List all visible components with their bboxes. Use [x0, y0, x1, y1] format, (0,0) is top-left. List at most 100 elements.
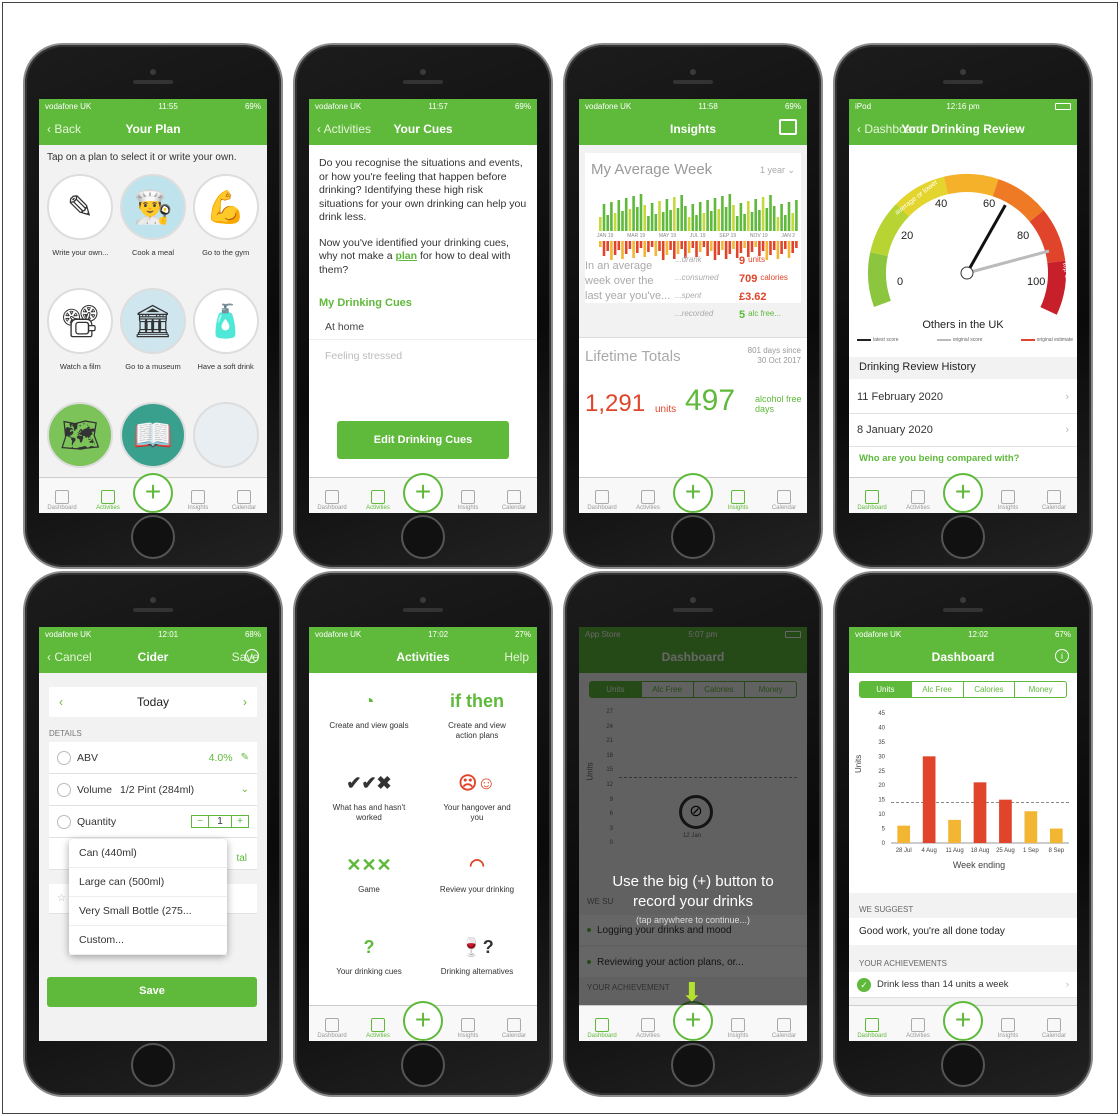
- plan-tile[interactable]: 💪 Go to the gym: [190, 170, 261, 282]
- tab-insights[interactable]: Insights: [447, 1018, 489, 1039]
- home-button[interactable]: [941, 1043, 985, 1087]
- dropdown-option[interactable]: Custom...: [69, 926, 227, 955]
- decrement-button[interactable]: −: [192, 816, 208, 827]
- home-button[interactable]: [131, 1043, 175, 1087]
- segment-tab[interactable]: Alc Free: [910, 682, 963, 697]
- activity-tile[interactable]: if then Create and view action plans: [423, 681, 531, 759]
- nav-right-button[interactable]: Help: [504, 650, 529, 664]
- activity-tile[interactable]: ☹☺ Your hangover and you: [423, 763, 531, 841]
- home-button[interactable]: [131, 515, 175, 559]
- info-icon[interactable]: i: [1055, 649, 1069, 663]
- add-drink-button[interactable]: +: [673, 1001, 713, 1041]
- tab-dashboard[interactable]: Dashboard: [581, 1018, 623, 1039]
- info-icon[interactable]: i: [245, 649, 259, 663]
- home-button[interactable]: [941, 515, 985, 559]
- tab-calendar[interactable]: Calendar: [493, 490, 535, 511]
- add-drink-button[interactable]: +: [133, 473, 173, 513]
- home-button[interactable]: [401, 1043, 445, 1087]
- activity-tile[interactable]: ◠ Review your drinking: [423, 845, 531, 923]
- add-drink-button[interactable]: +: [403, 473, 443, 513]
- activity-tile[interactable]: ? Your drinking cues: [315, 927, 423, 1005]
- y-tick: 0: [882, 841, 886, 847]
- tab-activities[interactable]: Activities: [357, 490, 399, 511]
- dropdown-option[interactable]: Can (440ml): [69, 839, 227, 868]
- tab-activities[interactable]: Activities: [357, 1018, 399, 1039]
- plan-link[interactable]: plan: [395, 250, 417, 262]
- tab-dashboard[interactable]: Dashboard: [851, 1018, 893, 1039]
- activity-icon: ✕✕✕: [346, 855, 392, 875]
- tab-activities[interactable]: Activities: [897, 1018, 939, 1039]
- tab-dashboard[interactable]: Dashboard: [311, 1018, 353, 1039]
- week-bar-lower: [784, 241, 787, 249]
- tab-dashboard[interactable]: Dashboard: [311, 490, 353, 511]
- home-button[interactable]: [671, 515, 715, 559]
- tab-activities[interactable]: Activities: [627, 1018, 669, 1039]
- edit-pencil-icon[interactable]: ✎: [241, 752, 249, 763]
- tab-activities[interactable]: Activities: [87, 490, 129, 511]
- tab-calendar[interactable]: Calendar: [763, 490, 805, 511]
- tab-insights[interactable]: Insights: [717, 490, 759, 511]
- tab-insights[interactable]: Insights: [987, 1018, 1029, 1039]
- add-drink-button[interactable]: +: [403, 1001, 443, 1041]
- range-selector[interactable]: 1 year ⌄: [760, 165, 795, 176]
- segment-tab[interactable]: Calories: [962, 682, 1015, 697]
- quantity-row[interactable]: Quantity −1 +: [49, 806, 257, 838]
- plan-tile[interactable]: ✎ Write your own...: [45, 170, 116, 282]
- tab-calendar[interactable]: Calendar: [1033, 1018, 1075, 1039]
- week-bar-lower: [710, 241, 713, 251]
- plan-tile[interactable]: 👨‍🍳 Cook a meal: [118, 170, 189, 282]
- tab-dashboard[interactable]: Dashboard: [581, 490, 623, 511]
- segment-tab[interactable]: Money: [1014, 682, 1066, 697]
- plan-tile[interactable]: 🧴 Have a soft drink: [190, 284, 261, 396]
- tab-activities[interactable]: Activities: [627, 490, 669, 511]
- activity-tile[interactable]: ✔✔✖ What has and hasn't worked: [315, 763, 423, 841]
- tutorial-overlay[interactable]: Use the big (+) button to record your dri…: [579, 627, 807, 1005]
- nav-back-button[interactable]: ‹ Dashboard: [857, 122, 923, 136]
- plan-tile[interactable]: 🏛 Go to a museum: [118, 284, 189, 396]
- activities-icon: [911, 1018, 925, 1032]
- expand-icon[interactable]: [779, 119, 797, 135]
- achievement-row[interactable]: ✓ Drink less than 14 units a week ›: [849, 972, 1077, 998]
- add-drink-button[interactable]: +: [943, 1001, 983, 1041]
- tab-calendar[interactable]: Calendar: [223, 490, 265, 511]
- activity-tile[interactable]: 🍷? Drinking alternatives: [423, 927, 531, 1005]
- nav-back-button[interactable]: ‹ Activities: [317, 122, 371, 136]
- tab-insights[interactable]: Insights: [717, 1018, 759, 1039]
- add-drink-button[interactable]: +: [943, 473, 983, 513]
- chevron-down-icon[interactable]: ⌄: [241, 784, 249, 795]
- activity-tile[interactable]: ◔ Create and view goals: [315, 681, 423, 759]
- nav-back-button[interactable]: ‹ Back: [47, 122, 81, 136]
- dropdown-option[interactable]: Very Small Bottle (275...: [69, 897, 227, 926]
- tab-dashboard[interactable]: Dashboard: [41, 490, 83, 511]
- edit-cues-button[interactable]: Edit Drinking Cues: [337, 421, 509, 459]
- tab-calendar[interactable]: Calendar: [493, 1018, 535, 1039]
- activity-tile[interactable]: ✕✕✕ Game: [315, 845, 423, 923]
- history-row[interactable]: 11 February 2020 ›: [849, 381, 1077, 414]
- status-time: 11:58: [698, 101, 718, 111]
- tab-insights[interactable]: Insights: [987, 490, 1029, 511]
- dropdown-option[interactable]: Large can (500ml): [69, 868, 227, 897]
- increment-button[interactable]: +: [232, 816, 248, 827]
- next-day-button[interactable]: ›: [243, 695, 247, 709]
- tab-insights[interactable]: Insights: [177, 490, 219, 511]
- save-button[interactable]: Save: [47, 977, 257, 1007]
- tab-activities[interactable]: Activities: [897, 490, 939, 511]
- nav-back-button[interactable]: ‹ Cancel: [47, 650, 92, 664]
- quantity-stepper[interactable]: −1 +: [191, 815, 249, 828]
- abv-row[interactable]: ABV 4.0% ✎: [49, 742, 257, 774]
- home-button[interactable]: [671, 1043, 715, 1087]
- volume-row[interactable]: Volume 1/2 Pint (284ml) ⌄: [49, 774, 257, 806]
- tab-calendar[interactable]: Calendar: [763, 1018, 805, 1039]
- add-drink-button[interactable]: +: [673, 473, 713, 513]
- segment-tab[interactable]: Units: [860, 682, 911, 697]
- plan-tile[interactable]: 📽 Watch a film: [45, 284, 116, 396]
- tab-insights[interactable]: Insights: [447, 490, 489, 511]
- history-row[interactable]: 8 January 2020 ›: [849, 414, 1077, 447]
- compare-link[interactable]: Who are you being compared with?: [859, 453, 1019, 464]
- camera-icon: [690, 69, 696, 75]
- tab-dashboard[interactable]: Dashboard: [851, 490, 893, 511]
- dashboard-icon: [325, 1018, 339, 1032]
- home-button[interactable]: [401, 515, 445, 559]
- x-tick: 18 Aug: [971, 848, 990, 854]
- tab-calendar[interactable]: Calendar: [1033, 490, 1075, 511]
